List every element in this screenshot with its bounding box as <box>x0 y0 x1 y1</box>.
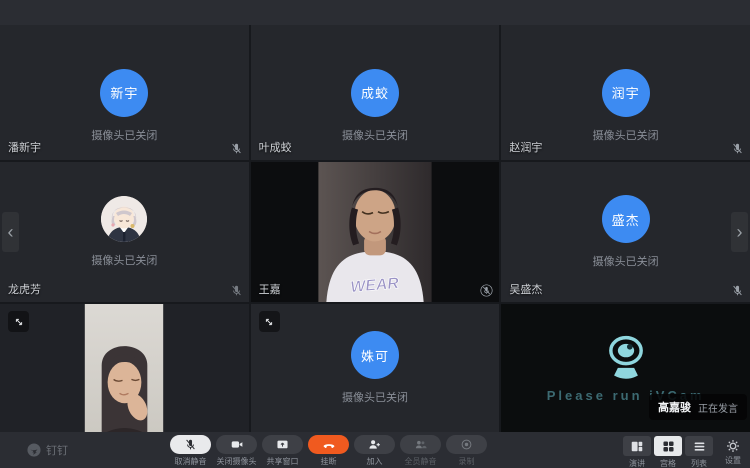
button-label: 共享窗口 <box>267 456 299 467</box>
camera-off-text: 摄像头已关闭 <box>342 127 408 143</box>
participant-name: 赵润宇 <box>509 139 542 155</box>
girl-video-feed <box>85 304 164 432</box>
expand-icon[interactable] <box>259 311 280 332</box>
share-screen-button[interactable]: 共享窗口 <box>261 435 304 467</box>
participant-name: 吴盛杰 <box>509 281 542 297</box>
participant-name: 王嘉 <box>259 281 281 297</box>
button-label: 录制 <box>459 456 475 467</box>
meeting-window: 新宇 摄像头已关闭 潘新宇 成蛟 摄像头已关闭 叶成蛟 润宇 摄像头已关闭 赵润… <box>0 0 750 468</box>
avatar: 润宇 <box>602 69 650 117</box>
mic-muted-icon <box>480 284 493 297</box>
hangup-button[interactable]: 挂断 <box>307 435 350 467</box>
previous-page-chevron[interactable]: ‹ <box>2 212 19 252</box>
share-screen-icon <box>276 438 289 451</box>
participant-tile[interactable]: 盛杰 摄像头已关闭 吴盛杰 <box>501 162 750 302</box>
brand: 钉钉 <box>27 442 68 458</box>
button-label: 关闭摄像头 <box>217 456 257 467</box>
mic-muted-icon <box>230 284 243 297</box>
speaker-name: 高嘉骏 <box>658 399 691 415</box>
list-view-icon <box>693 440 706 453</box>
camera-off-text: 摄像头已关闭 <box>91 252 157 268</box>
list-view-button[interactable]: 列表 <box>685 436 713 468</box>
participant-tile[interactable]: 润宇 摄像头已关闭 赵润宇 <box>501 25 750 160</box>
layout-segmented-control: 演讲 宫格 列表 <box>623 436 713 468</box>
camera-off-text: 摄像头已关闭 <box>91 127 157 143</box>
participant-name: 潘新宇 <box>8 139 41 155</box>
unmute-button[interactable]: 取消静音 <box>169 435 212 467</box>
camera-off-text: 摄像头已关闭 <box>593 253 659 269</box>
meeting-toolbar: 钉钉 取消静音 关闭摄像头 共享窗口 <box>0 432 750 468</box>
speaker-status: 正在发言 <box>698 400 738 415</box>
participant-video <box>85 304 164 432</box>
mic-muted-icon <box>230 142 243 155</box>
speaker-view-button[interactable]: 演讲 <box>623 436 651 468</box>
ivcam-webcam-icon <box>600 332 652 380</box>
mute-all-button[interactable]: 全员静音 <box>399 435 442 467</box>
button-label: 列表 <box>691 458 707 468</box>
add-person-icon <box>368 438 381 451</box>
participant-tile[interactable]: 新宇 摄像头已关闭 潘新宇 <box>0 25 249 160</box>
camera-off-text: 摄像头已关闭 <box>342 389 408 405</box>
toolbar-main-buttons: 取消静音 关闭摄像头 共享窗口 挂断 <box>169 435 488 467</box>
speaking-toast: 高嘉骏 正在发言 <box>649 394 747 420</box>
participant-tile[interactable] <box>0 304 249 432</box>
button-label: 加入 <box>367 456 383 467</box>
expand-icon[interactable] <box>8 311 29 332</box>
record-button[interactable]: 录制 <box>445 435 488 467</box>
camera-icon <box>230 438 244 451</box>
button-label: 设置 <box>725 455 741 466</box>
toolbar-view-controls: 演讲 宫格 列表 <box>623 436 741 468</box>
participant-tile[interactable]: 成蛟 摄像头已关闭 叶成蛟 <box>251 25 500 160</box>
anime-boy-avatar-art <box>101 196 147 242</box>
button-label: 挂断 <box>321 456 337 467</box>
record-icon <box>460 438 473 451</box>
grid-view-button[interactable]: 宫格 <box>654 436 682 468</box>
participant-tile[interactable]: WEAR 王嘉 <box>251 162 500 302</box>
anime-boy-avatar <box>101 196 147 242</box>
button-label: 全员静音 <box>405 456 437 467</box>
button-label: 宫格 <box>660 458 676 468</box>
avatar: 新宇 <box>100 69 148 117</box>
brand-name: 钉钉 <box>46 442 68 458</box>
avatar: 成蛟 <box>351 69 399 117</box>
mic-muted-icon <box>731 284 744 297</box>
woman-video-feed: WEAR <box>318 162 432 302</box>
participant-tile[interactable]: 姝可 摄像头已关闭 <box>251 304 500 432</box>
participant-name: 叶成蛟 <box>259 139 292 155</box>
participant-name: 龙虎芳 <box>8 281 41 297</box>
mic-muted-icon <box>731 142 744 155</box>
title-bar <box>0 0 750 25</box>
avatar: 姝可 <box>351 331 399 379</box>
camera-off-button[interactable]: 关闭摄像头 <box>215 435 258 467</box>
dingtalk-logo-icon <box>27 443 41 457</box>
hangup-phone-icon <box>322 438 336 452</box>
participant-video: WEAR <box>318 162 432 302</box>
button-label: 演讲 <box>629 458 645 468</box>
mute-all-icon <box>414 438 427 451</box>
button-label: 取消静音 <box>175 456 207 467</box>
gear-icon <box>726 439 740 453</box>
next-page-chevron[interactable]: › <box>731 212 748 252</box>
speaker-view-icon <box>630 440 644 453</box>
participant-grid: 新宇 摄像头已关闭 潘新宇 成蛟 摄像头已关闭 叶成蛟 润宇 摄像头已关闭 赵润… <box>0 25 750 432</box>
participant-tile[interactable]: 摄像头已关闭 龙虎芳 <box>0 162 249 302</box>
grid-view-icon <box>662 440 675 453</box>
invite-button[interactable]: 加入 <box>353 435 396 467</box>
participant-tile[interactable]: Please run iVCam 高嘉骏 正在发言 <box>501 304 750 432</box>
mic-muted-icon <box>184 438 197 451</box>
settings-button[interactable]: 设置 <box>725 436 741 466</box>
avatar: 盛杰 <box>602 195 650 243</box>
camera-off-text: 摄像头已关闭 <box>593 127 659 143</box>
